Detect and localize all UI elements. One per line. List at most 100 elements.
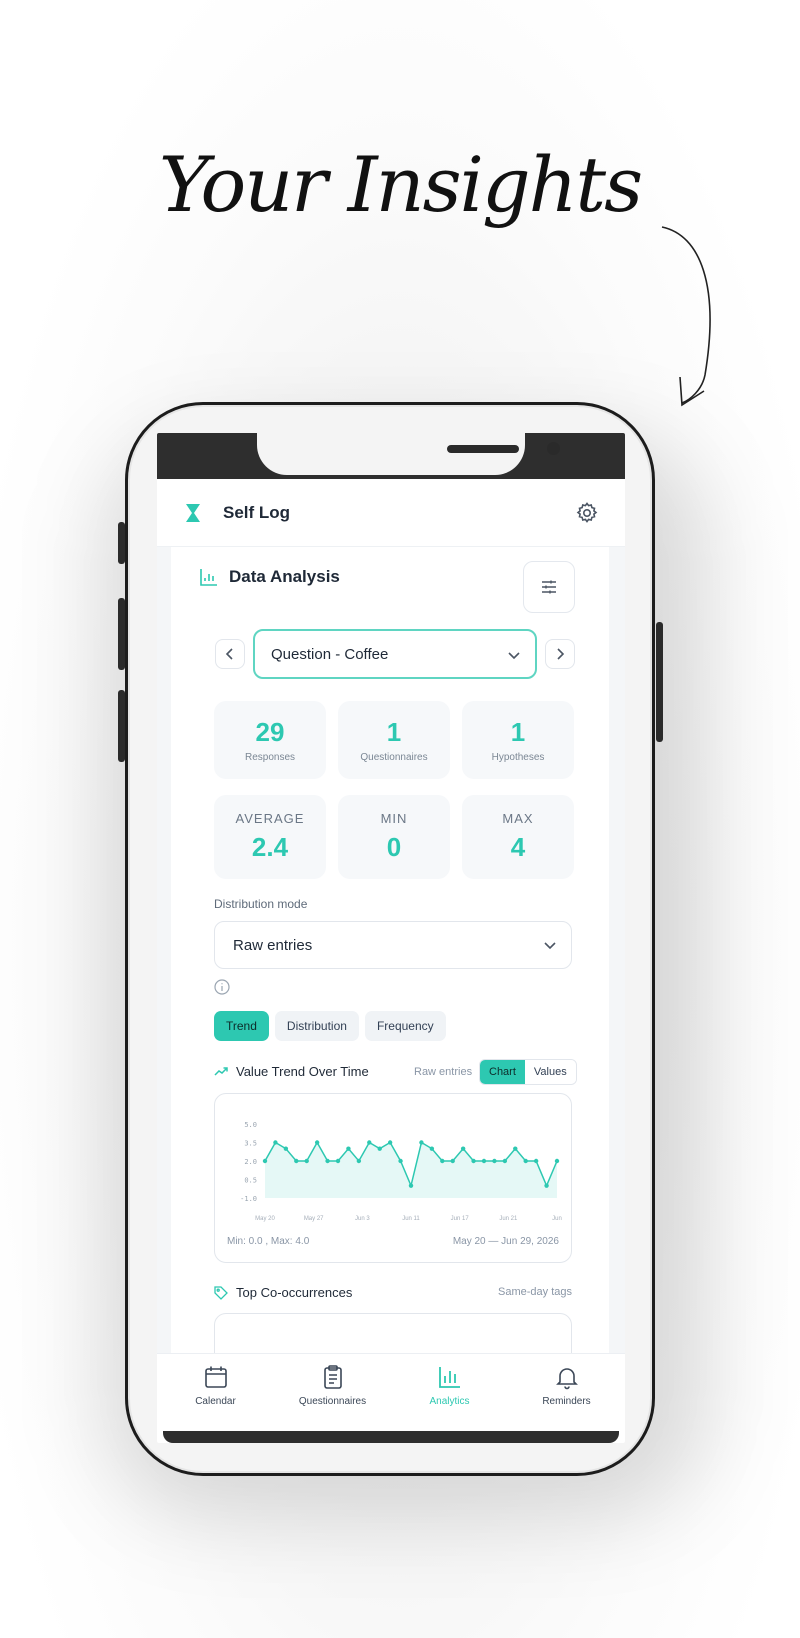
trend-point[interactable] (429, 1146, 435, 1151)
clipboard-icon (323, 1365, 342, 1389)
cooccurrence-header: Top Co-occurrences Same-day tags (214, 1283, 572, 1303)
trend-point[interactable] (367, 1140, 372, 1145)
toggle-chart-button[interactable]: Chart (480, 1060, 525, 1084)
trend-point[interactable] (471, 1158, 476, 1164)
distribution-mode-select[interactable]: Raw entries (214, 921, 572, 969)
trend-title: Value Trend Over Time (236, 1064, 369, 1079)
distribution-mode-label: Distribution mode (214, 897, 308, 911)
stat-hypotheses: 1 Hypotheses (462, 701, 574, 779)
trend-point[interactable] (408, 1183, 414, 1188)
stat-min: MIN 0 (338, 795, 450, 879)
distribution-mode-value: Raw entries (233, 936, 313, 954)
trend-point[interactable] (346, 1146, 351, 1151)
bottom-nav: Calendar Questionnaires Analytics Remind… (157, 1353, 625, 1431)
chart-values-toggle: Chart Values (479, 1059, 577, 1085)
trend-point[interactable] (273, 1140, 278, 1145)
trend-point[interactable] (450, 1158, 455, 1164)
x-tick-label: Jun 21 (499, 1216, 518, 1222)
nav-calendar[interactable]: Calendar (157, 1354, 274, 1431)
toggle-values-button[interactable]: Values (524, 1060, 576, 1084)
next-question-button[interactable] (545, 639, 575, 669)
trend-header: Value Trend Over Time Raw entries Chart … (214, 1059, 577, 1085)
stat-value: 2.4 (251, 832, 289, 862)
phone-screen: Self Log Data Analysis Question - Coffee… (157, 433, 625, 1443)
cooccurrence-subtitle: Same-day tags (498, 1286, 572, 1298)
stat-questionnaires: 1 Questionnaires (338, 701, 450, 779)
y-tick-label: 2.0 (244, 1158, 257, 1166)
question-select-value: Question - Coffee (271, 645, 389, 663)
gear-icon[interactable] (575, 501, 599, 525)
speaker (447, 445, 519, 453)
stat-label: MAX (502, 811, 534, 826)
stat-label: MIN (380, 811, 408, 826)
filter-button[interactable] (523, 561, 575, 613)
trend-point[interactable] (502, 1158, 508, 1164)
trend-point[interactable] (283, 1146, 289, 1151)
x-tick-label: Jun 11 (402, 1216, 420, 1222)
stat-value: 1 (510, 717, 526, 747)
trend-point[interactable] (523, 1158, 528, 1164)
trend-point[interactable] (533, 1158, 539, 1164)
trend-point[interactable] (387, 1140, 393, 1145)
trend-point[interactable] (513, 1146, 518, 1151)
trend-point[interactable] (314, 1140, 320, 1145)
nav-questionnaires[interactable]: Questionnaires (274, 1354, 391, 1431)
trend-point[interactable] (398, 1158, 403, 1164)
stat-value: 1 (386, 717, 402, 747)
trend-point[interactable] (492, 1158, 497, 1164)
app-header: Self Log (157, 479, 625, 547)
tab-frequency[interactable]: Frequency (364, 1011, 446, 1041)
trend-point[interactable] (335, 1158, 341, 1164)
trend-point[interactable] (419, 1140, 424, 1145)
question-select[interactable]: Question - Coffee (253, 629, 537, 679)
sliders-icon (542, 580, 556, 594)
tab-distribution[interactable]: Distribution (274, 1011, 359, 1041)
trending-up-icon (214, 1067, 228, 1076)
chart-min-max: Min: 0.0 , Max: 4.0 (227, 1236, 310, 1247)
trend-point[interactable] (377, 1146, 382, 1151)
nav-label: Calendar (195, 1396, 236, 1407)
trend-point[interactable] (262, 1158, 268, 1164)
trend-point[interactable] (440, 1158, 445, 1164)
stat-average: AVERAGE 2.4 (214, 795, 326, 879)
stat-label: Questionnaires (360, 752, 428, 763)
trend-point[interactable] (544, 1183, 549, 1188)
phone-mute-button (118, 522, 125, 564)
bar-chart-icon (438, 1367, 460, 1388)
trend-point[interactable] (325, 1158, 330, 1164)
stat-value: 29 (255, 717, 285, 747)
stat-max: MAX 4 (462, 795, 574, 879)
y-tick-label: 3.5 (244, 1140, 257, 1148)
trend-point[interactable] (294, 1158, 299, 1164)
cooccurrence-title: Top Co-occurrences (236, 1285, 353, 1300)
chevron-left-icon (225, 648, 233, 660)
trend-point[interactable] (356, 1158, 362, 1164)
trend-chart: 5.0 3.5 2.0 0.5 -1.0 May 20 May 27 Jun 3 Jun 11 J… (214, 1093, 572, 1263)
analysis-tabs: Trend Distribution Frequency (214, 1011, 446, 1041)
calendar-icon (204, 1366, 227, 1388)
x-tick-label: Jun (552, 1216, 562, 1222)
chevron-down-icon (544, 942, 556, 950)
trend-point[interactable] (460, 1146, 466, 1151)
phone-volume-up-button (118, 598, 125, 670)
nav-reminders[interactable]: Reminders (508, 1354, 625, 1431)
curved-arrow-icon (661, 226, 711, 407)
nav-analytics[interactable]: Analytics (391, 1354, 508, 1431)
x-tick-label: Jun 17 (451, 1216, 470, 1222)
nav-label: Analytics (429, 1396, 470, 1407)
info-icon[interactable] (214, 979, 230, 995)
trend-point[interactable] (304, 1158, 309, 1164)
content-scroll-area[interactable]: Data Analysis Question - Coffee 29 Respo… (157, 547, 625, 1353)
y-tick-label: -1.0 (240, 1195, 257, 1203)
hourglass-logo-icon (186, 504, 200, 522)
cooccurrence-list (214, 1313, 572, 1353)
trend-point[interactable] (481, 1158, 487, 1164)
trend-point[interactable] (554, 1158, 560, 1164)
prev-question-button[interactable] (215, 639, 245, 669)
tab-trend[interactable]: Trend (214, 1011, 269, 1041)
chevron-right-icon (557, 648, 565, 660)
x-tick-label: Jun 3 (355, 1216, 370, 1222)
stat-label: AVERAGE (235, 811, 305, 826)
phone-volume-down-button (118, 690, 125, 762)
x-tick-label: May 20 (255, 1216, 275, 1222)
